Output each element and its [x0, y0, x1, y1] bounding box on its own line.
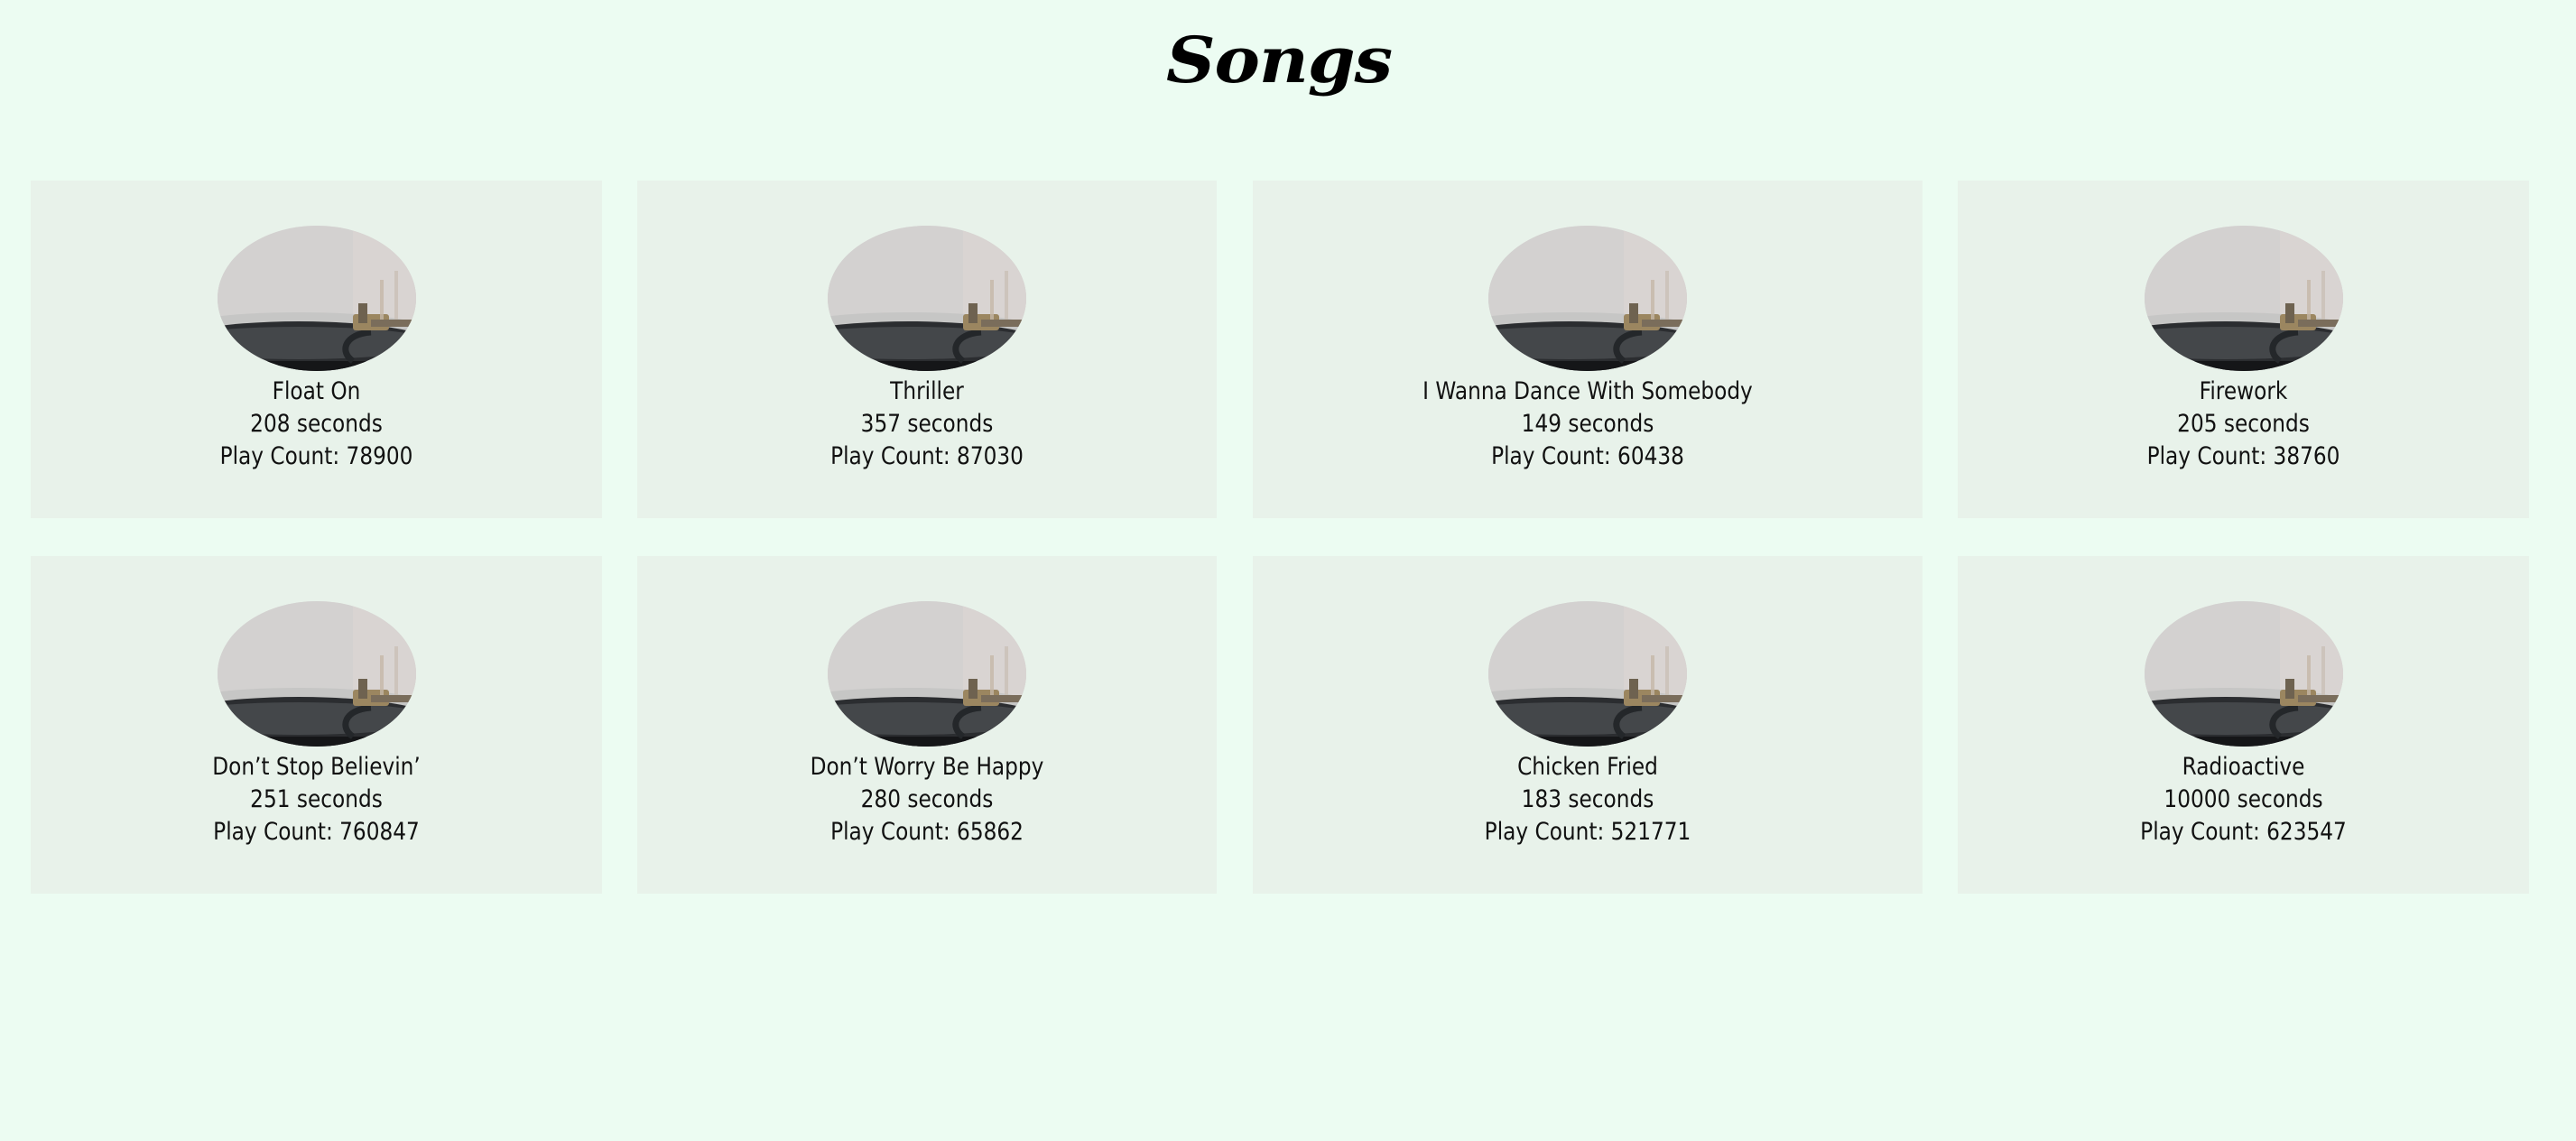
album-art-image	[217, 601, 416, 747]
song-play-count: Play Count: 521771	[1484, 818, 1691, 846]
song-duration: 183 seconds	[1521, 785, 1654, 813]
song-play-count: Play Count: 60438	[1491, 442, 1684, 470]
song-play-count: Play Count: 78900	[219, 442, 413, 470]
album-art-image	[828, 601, 1026, 747]
song-title: Float On	[272, 377, 361, 405]
song-card[interactable]: Thriller 357 seconds Play Count: 87030	[637, 181, 1217, 518]
song-play-count: Play Count: 760847	[213, 818, 420, 846]
song-card[interactable]: Firework 205 seconds Play Count: 38760	[1958, 181, 2529, 518]
song-card[interactable]: Don’t Worry Be Happy 280 seconds Play Co…	[637, 556, 1217, 894]
album-art-image	[828, 226, 1026, 371]
song-play-count: Play Count: 38760	[2146, 442, 2340, 470]
song-duration: 149 seconds	[1521, 410, 1654, 438]
album-art-image	[1488, 601, 1687, 747]
song-card[interactable]: Chicken Fried 183 seconds Play Count: 52…	[1253, 556, 1923, 894]
song-duration: 280 seconds	[860, 785, 994, 813]
song-title: Firework	[2199, 377, 2288, 405]
song-title: Thriller	[890, 377, 964, 405]
song-duration: 208 seconds	[250, 410, 383, 438]
song-duration: 357 seconds	[860, 410, 994, 438]
song-card[interactable]: I Wanna Dance With Somebody 149 seconds …	[1253, 181, 1923, 518]
song-card[interactable]: Don’t Stop Believin’ 251 seconds Play Co…	[31, 556, 602, 894]
song-card[interactable]: Float On 208 seconds Play Count: 78900	[31, 181, 602, 518]
song-card[interactable]: Radioactive 10000 seconds Play Count: 62…	[1958, 556, 2529, 894]
song-play-count: Play Count: 87030	[830, 442, 1024, 470]
song-play-count: Play Count: 623547	[2140, 818, 2347, 846]
album-art-image	[1488, 226, 1687, 371]
album-art-image	[2144, 226, 2343, 371]
page-title: Songs	[1165, 23, 1393, 97]
song-play-count: Play Count: 65862	[830, 818, 1024, 846]
song-duration: 205 seconds	[2177, 410, 2310, 438]
album-art-image	[2144, 601, 2343, 747]
song-title: Don’t Worry Be Happy	[810, 753, 1044, 781]
song-title: Radioactive	[2182, 753, 2305, 781]
song-duration: 10000 seconds	[2164, 785, 2323, 813]
song-title: Don’t Stop Believin’	[212, 753, 421, 781]
song-duration: 251 seconds	[250, 785, 383, 813]
album-art-image	[217, 226, 416, 371]
song-title: I Wanna Dance With Somebody	[1422, 377, 1753, 405]
song-title: Chicken Fried	[1517, 753, 1658, 781]
